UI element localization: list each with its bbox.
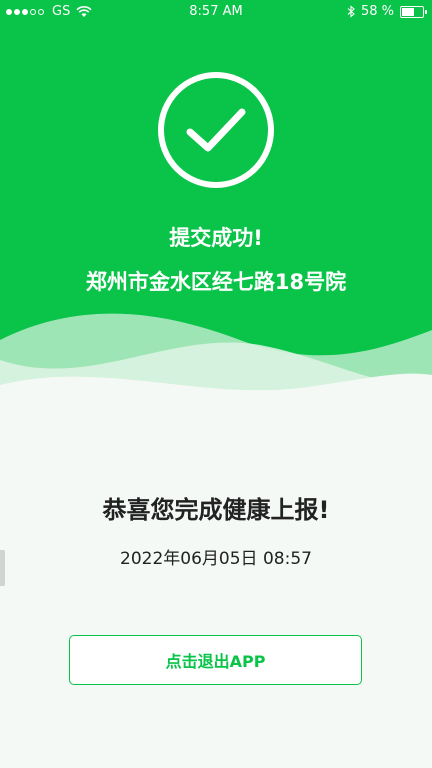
battery-percent: 58 % [360, 4, 394, 19]
exit-app-button[interactable]: 点击退出APP [69, 635, 362, 685]
congrats-message: 恭喜您完成健康上报! [102, 496, 330, 524]
checkmark-circle-icon [158, 72, 274, 188]
submission-datetime: 2022年06月05日 08:57 [120, 549, 312, 569]
status-bar: GS 8:57 AM 58 % [0, 0, 432, 24]
bluetooth-icon [347, 5, 355, 18]
success-header [0, 0, 432, 430]
side-drawer-handle[interactable] [0, 550, 5, 586]
wave-decoration [0, 313, 432, 430]
battery-icon [400, 5, 427, 18]
success-title: 提交成功! [169, 226, 263, 250]
submitted-address: 郑州市金水区经七路18号院 [85, 270, 347, 294]
health-report-success-screen: GS 8:57 AM 58 % 提交成功! 郑州市金水区经七路18号院 恭喜您完… [0, 0, 432, 768]
